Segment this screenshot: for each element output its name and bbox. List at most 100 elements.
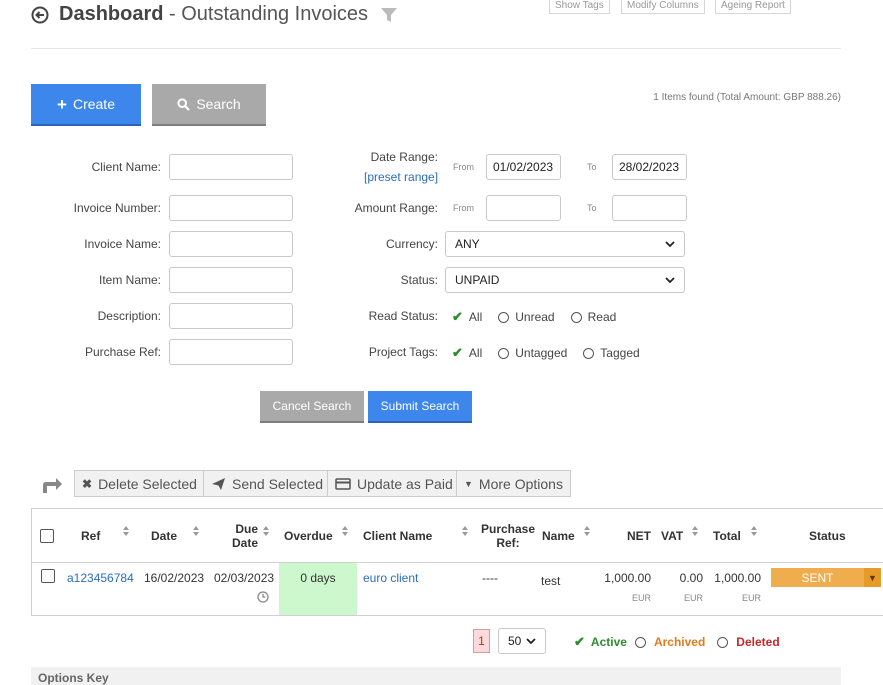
show-tags-link[interactable]: Show Tags — [549, 0, 610, 14]
client-name-link[interactable]: euro client — [363, 571, 418, 585]
client-name-label: Client Name: — [91, 160, 161, 174]
currency-select[interactable]: ANY — [445, 231, 685, 257]
invoice-name-label: Invoice Name: — [84, 237, 161, 251]
date-to-label: To — [587, 162, 597, 172]
sort-icon[interactable] — [691, 525, 699, 537]
invoice-name-input[interactable] — [169, 231, 293, 257]
filter-deleted[interactable]: Deleted — [736, 635, 779, 649]
status-label: Status: — [400, 273, 438, 287]
date-to-input[interactable] — [612, 154, 687, 180]
invoice-purchase-ref: ---- — [482, 571, 498, 585]
close-icon: ✖ — [82, 476, 93, 491]
update-as-paid-button[interactable]: Update as Paid — [327, 470, 461, 497]
ageing-report-link[interactable]: Ageing Report — [715, 0, 791, 14]
item-name-input[interactable] — [169, 267, 293, 293]
status-select[interactable]: UNPAID — [445, 267, 685, 293]
client-name-input[interactable] — [169, 154, 293, 180]
read-status-label: Read Status: — [368, 309, 438, 323]
per-page-select[interactable]: 50 — [498, 628, 546, 654]
amount-range-label: Amount Range: — [354, 201, 438, 215]
header-divider — [31, 48, 841, 49]
header-due-date[interactable]: Due Date — [218, 522, 258, 550]
plus-icon: + — [57, 94, 67, 114]
more-options-button[interactable]: ▼ More Options — [456, 470, 571, 497]
invoice-name: test — [541, 574, 561, 588]
amount-from-label: From — [453, 203, 474, 213]
header-vat[interactable]: VAT — [661, 529, 683, 543]
page-title: Dashboard - Outstanding Invoices — [59, 3, 369, 25]
radio-read[interactable] — [570, 311, 582, 323]
radio-untagged[interactable] — [498, 347, 510, 359]
sort-icon[interactable] — [122, 525, 130, 537]
item-name-label: Item Name: — [98, 273, 161, 287]
cancel-search-button[interactable]: Cancel Search — [260, 391, 364, 421]
purchase-ref-input[interactable] — [169, 339, 293, 365]
send-selected-button[interactable]: Send Selected — [203, 470, 332, 497]
read-status-options: ✔ All Unread Read — [452, 309, 617, 325]
net-currency: EUR — [631, 593, 651, 603]
modify-columns-link[interactable]: Modify Columns — [621, 0, 705, 14]
checkmark-icon[interactable]: ✔ — [452, 345, 463, 361]
sort-icon[interactable] — [341, 525, 349, 537]
amount-to-input[interactable] — [612, 195, 687, 221]
date-from-input[interactable] — [486, 154, 561, 180]
sort-icon[interactable] — [262, 525, 270, 537]
checkmark-icon[interactable]: ✔ — [452, 309, 463, 325]
header-overdue[interactable]: Overdue — [284, 529, 333, 543]
credit-card-icon — [335, 477, 351, 490]
sort-icon[interactable] — [583, 525, 591, 537]
filter-icon[interactable] — [380, 7, 398, 23]
search-button[interactable]: Search — [152, 84, 266, 124]
chevron-down-icon — [665, 276, 675, 283]
header-ref[interactable]: Ref — [81, 529, 100, 543]
invoice-total: 1,000.00 — [714, 571, 761, 585]
delete-selected-button[interactable]: ✖ Delete Selected — [74, 470, 205, 497]
amount-from-input[interactable] — [486, 195, 561, 221]
invoice-vat: 0.00 — [679, 571, 703, 585]
page-number[interactable]: 1 — [473, 629, 490, 653]
date-range-label: Date Range: — [370, 150, 438, 164]
caret-down-icon: ▼ — [464, 478, 473, 489]
invoice-net: 1,000.00 — [604, 571, 651, 585]
invoice-due-date: 02/03/2023 — [214, 571, 275, 585]
select-all-checkbox[interactable] — [40, 529, 54, 543]
back-arrow-icon[interactable] — [31, 6, 49, 24]
preset-range-link[interactable]: [preset range] — [364, 170, 438, 184]
description-input[interactable] — [169, 303, 293, 329]
header-total[interactable]: Total — [713, 529, 741, 543]
header-client-name[interactable]: Client Name — [363, 529, 432, 543]
chevron-down-icon — [526, 637, 536, 644]
invoice-number-label: Invoice Number: — [73, 201, 161, 215]
radio-tagged[interactable] — [583, 347, 595, 359]
header-net[interactable]: NET — [627, 529, 651, 543]
caret-down-icon[interactable]: ▼ — [864, 568, 881, 587]
sort-icon[interactable] — [750, 525, 758, 537]
vat-currency: EUR — [683, 593, 703, 603]
sort-icon[interactable] — [192, 525, 200, 537]
header-name[interactable]: Name — [542, 529, 575, 543]
radio-deleted[interactable] — [717, 636, 729, 648]
radio-unread[interactable] — [498, 311, 510, 323]
header-purchase-ref[interactable]: Purchase Ref: — [478, 522, 538, 550]
project-tags-options: ✔ All Untagged Tagged — [452, 345, 640, 361]
invoice-ref-link[interactable]: a123456784 — [67, 571, 134, 585]
bulk-action-arrow-icon — [43, 478, 62, 493]
project-tags-label: Project Tags: — [368, 345, 438, 359]
submit-search-button[interactable]: Submit Search — [368, 391, 472, 421]
header-date[interactable]: Date — [151, 529, 177, 543]
purchase-ref-label: Purchase Ref: — [84, 345, 161, 359]
sort-icon[interactable] — [461, 525, 469, 537]
invoice-number-input[interactable] — [169, 195, 293, 221]
create-button[interactable]: + Create — [31, 84, 141, 124]
row-checkbox[interactable] — [41, 569, 55, 583]
clock-icon — [257, 591, 269, 603]
checkmark-icon[interactable]: ✔ — [574, 634, 585, 650]
radio-archived[interactable] — [634, 636, 646, 648]
filter-archived[interactable]: Archived — [654, 635, 705, 649]
search-icon — [177, 97, 191, 111]
description-label: Description: — [97, 309, 161, 323]
status-sent-button[interactable]: SENT — [771, 568, 864, 587]
total-currency: EUR — [741, 593, 761, 603]
date-from-label: From — [453, 162, 474, 172]
filter-active[interactable]: Active — [591, 635, 627, 649]
